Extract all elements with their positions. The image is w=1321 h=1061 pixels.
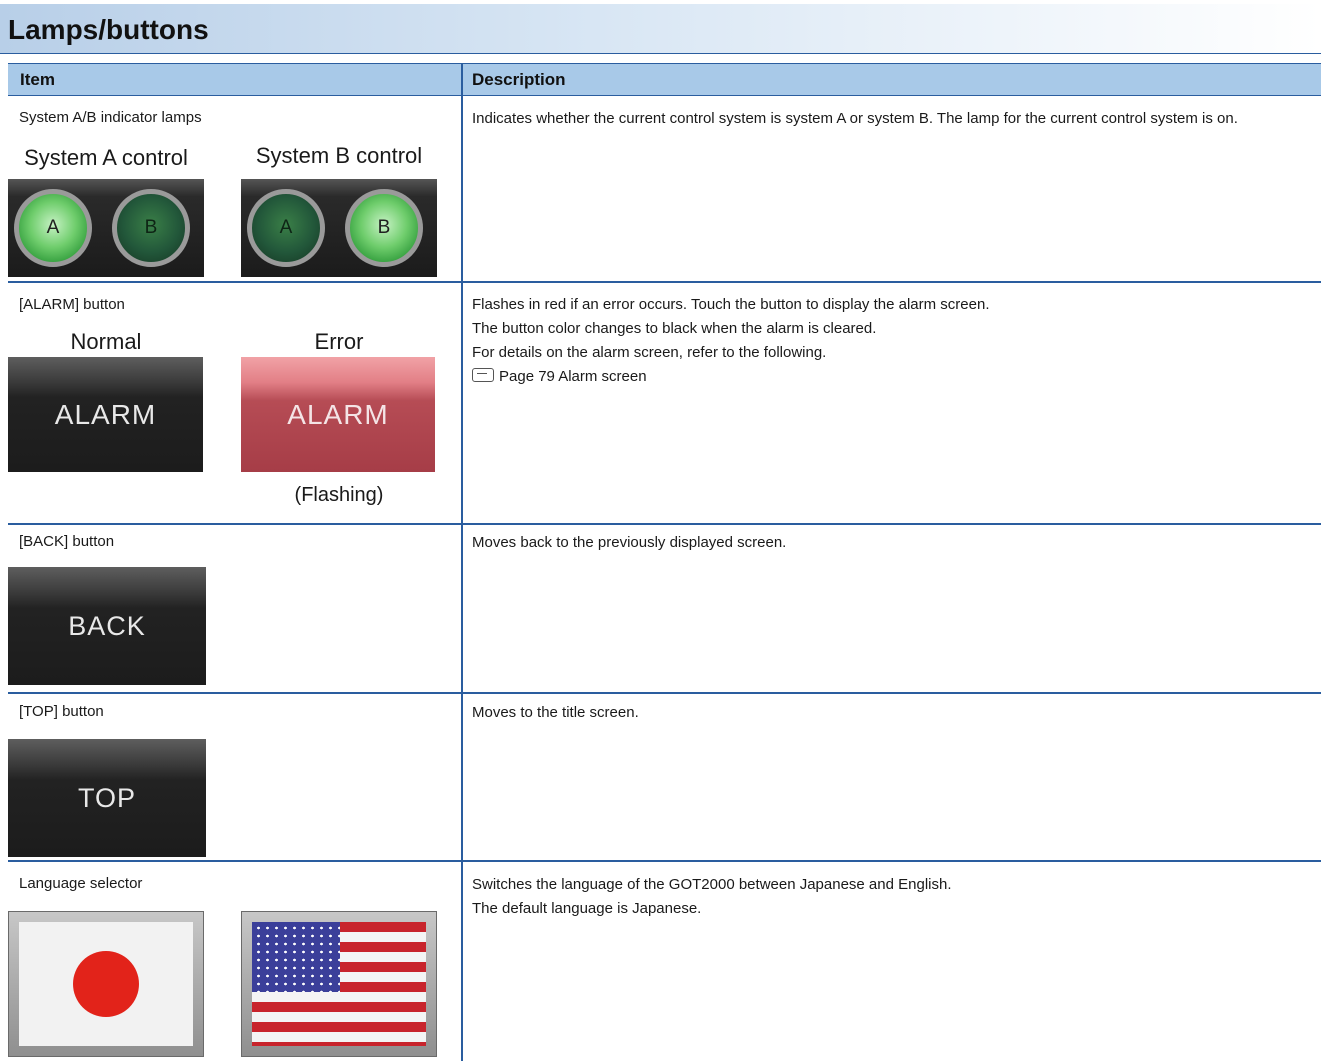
- caption-error: Error: [314, 329, 364, 354]
- lamp-a-off: A: [247, 189, 325, 267]
- description-back: Moves back to the previously displayed s…: [472, 534, 787, 551]
- caption-normal: Normal: [70, 329, 142, 354]
- lamp-letter: A: [279, 217, 293, 238]
- us-flag-canton: [252, 922, 340, 992]
- lamp-letter: B: [144, 217, 158, 238]
- table-header: Item Description: [8, 63, 1321, 96]
- item-label: [ALARM] button: [19, 296, 125, 313]
- description-line: For details on the alarm screen, refer t…: [472, 344, 827, 361]
- lamp-letter: A: [46, 217, 60, 238]
- alarm-button-normal[interactable]: ALARM: [8, 357, 203, 472]
- item-label: System A/B indicator lamps: [19, 109, 202, 126]
- description-top: Moves to the title screen.: [472, 704, 639, 721]
- row-divider: [8, 860, 1321, 862]
- description-line: Flashes in red if an error occurs. Touch…: [472, 296, 990, 313]
- flashing-note: (Flashing): [294, 484, 384, 506]
- item-label: [TOP] button: [19, 703, 104, 720]
- lamp-letter: B: [377, 217, 391, 238]
- back-button[interactable]: BACK: [8, 567, 206, 685]
- top-button[interactable]: TOP: [8, 739, 206, 857]
- item-label: [BACK] button: [19, 533, 115, 550]
- us-flag-icon[interactable]: [241, 911, 437, 1057]
- row-divider: [8, 523, 1321, 525]
- caption-system-b: System B control: [255, 143, 423, 168]
- description-line: The default language is Japanese.: [472, 900, 702, 917]
- description-language: Switches the language of the GOT2000 bet…: [472, 873, 1312, 921]
- reference-link[interactable]: Page 79 Alarm screen: [472, 365, 1312, 389]
- japan-flag-disc: [73, 951, 139, 1017]
- alarm-button-error[interactable]: ALARM: [241, 357, 435, 472]
- caption-system-a: System A control: [24, 145, 188, 170]
- description-alarm: Flashes in red if an error occurs. Touch…: [472, 293, 1312, 389]
- lamp-panel-system-a: A B: [8, 179, 204, 277]
- description-line: The button color changes to black when t…: [472, 320, 877, 337]
- header-description: Description: [472, 70, 566, 89]
- japan-flag-icon[interactable]: [8, 911, 204, 1057]
- lamp-b-on: B: [345, 189, 423, 267]
- section-title: Lamps/buttons: [8, 14, 209, 45]
- header-item: Item: [20, 70, 55, 89]
- lamp-panel-system-b: A B: [241, 179, 437, 277]
- description-lamps: Indicates whether the current control sy…: [472, 110, 1238, 127]
- description-line: Switches the language of the GOT2000 bet…: [472, 876, 952, 893]
- section-title-bar: Lamps/buttons: [0, 4, 1321, 54]
- reference-text: Page 79 Alarm screen: [499, 368, 647, 385]
- lamp-b-off: B: [112, 189, 190, 267]
- lamp-a-on: A: [14, 189, 92, 267]
- row-divider: [8, 281, 1321, 283]
- row-divider: [8, 692, 1321, 694]
- japan-flag-field: [19, 922, 193, 1046]
- item-label: Language selector: [19, 875, 143, 892]
- us-flag-stripes: [252, 922, 426, 1046]
- reference-icon: [472, 368, 494, 382]
- column-divider: [461, 63, 463, 1061]
